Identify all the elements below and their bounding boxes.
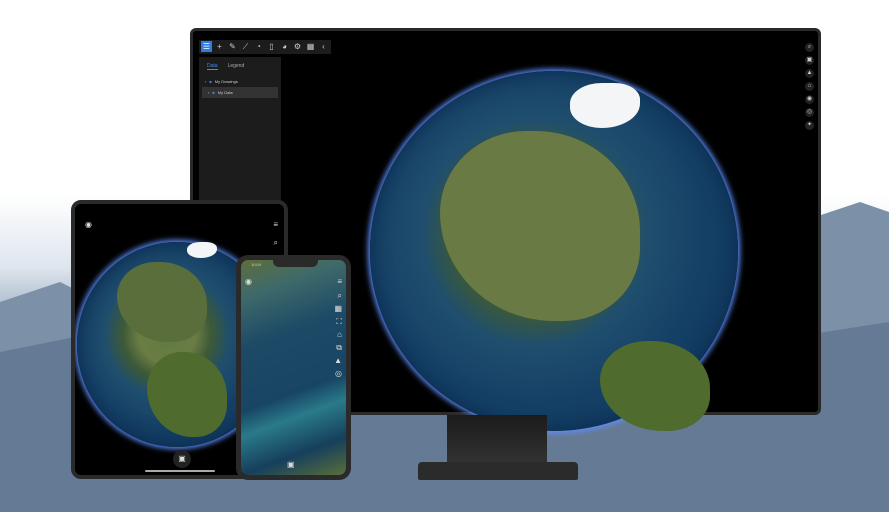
search-icon[interactable]: ⌕ [338, 291, 342, 301]
home-indicator [145, 470, 215, 472]
tab-legend[interactable]: Legend [228, 63, 245, 70]
menu-icon[interactable]: ≡ [273, 220, 278, 229]
phone-device: 10:04 ◉ ≡ ⌕ ▦ ⛶ ⌂ ⧉ ▲ ◎ ▣ [236, 255, 351, 480]
home-icon[interactable]: ⌂ [337, 330, 342, 339]
phone-notch [273, 260, 318, 267]
compass-icon[interactable]: ✦ [805, 121, 814, 130]
monitor-stand [447, 415, 547, 465]
desktop-toolbar: ☰ + ✎ ⟋ ◔ ▯ ◕ ⚙ ▦ ‹ [199, 40, 331, 54]
phone-map[interactable] [241, 260, 346, 475]
list-item[interactable]: › ■ My Drawings [199, 76, 281, 87]
grid-icon[interactable]: ▦ [305, 41, 316, 52]
map-tools: ⌕ ▣ ▲ ⌂ ◉ ◎ ✦ [805, 43, 814, 130]
locate-icon[interactable]: ◎ [805, 108, 814, 117]
layers-icon[interactable]: ☰ [201, 41, 212, 52]
monitor-base [418, 462, 578, 480]
item-label: My Drawings [214, 79, 238, 84]
globe-icon[interactable]: ◕ [279, 41, 290, 52]
folder-icon: ■ [212, 90, 215, 95]
view-icon[interactable]: ◉ [805, 95, 814, 104]
bookmark-icon[interactable]: ▯ [266, 41, 277, 52]
globe-north-america[interactable] [370, 71, 738, 431]
chevron-right-icon: › [205, 79, 207, 84]
fullscreen-icon[interactable]: ⛶ [336, 317, 342, 327]
list-item[interactable]: › ■ My Data [202, 87, 278, 98]
account-icon[interactable]: ◉ [245, 277, 252, 286]
plus-icon[interactable]: + [214, 41, 225, 52]
chevron-left-icon[interactable]: ‹ [318, 41, 329, 52]
toolbox-icon[interactable]: ▣ [173, 450, 191, 468]
folder-icon: ■ [209, 79, 212, 84]
crop-icon[interactable]: ⧉ [336, 343, 342, 353]
account-icon[interactable]: ◉ [85, 220, 92, 229]
pencil-icon[interactable]: ✎ [227, 41, 238, 52]
home-icon[interactable]: ⌂ [805, 82, 814, 91]
ruler-icon[interactable]: ⟋ [240, 41, 251, 52]
phone-time: 10:04 [251, 262, 262, 267]
north-icon[interactable]: ▲ [805, 69, 814, 78]
search-icon[interactable]: ⌕ [274, 238, 278, 248]
item-label: My Data [217, 90, 233, 95]
gauge-icon[interactable]: ◔ [253, 41, 264, 52]
north-icon[interactable]: ▲ [334, 356, 342, 365]
toolbox-icon[interactable]: ▣ [287, 460, 295, 469]
gear-icon[interactable]: ⚙ [292, 41, 303, 52]
menu-icon[interactable]: ≡ [337, 277, 342, 286]
chevron-right-icon: › [208, 90, 210, 95]
search-icon[interactable]: ⌕ [805, 43, 814, 52]
locate-icon[interactable]: ◎ [335, 369, 342, 378]
basemap-icon[interactable]: ▣ [805, 56, 814, 65]
basemap-icon[interactable]: ▦ [334, 304, 342, 313]
tab-data[interactable]: Data [207, 63, 218, 70]
